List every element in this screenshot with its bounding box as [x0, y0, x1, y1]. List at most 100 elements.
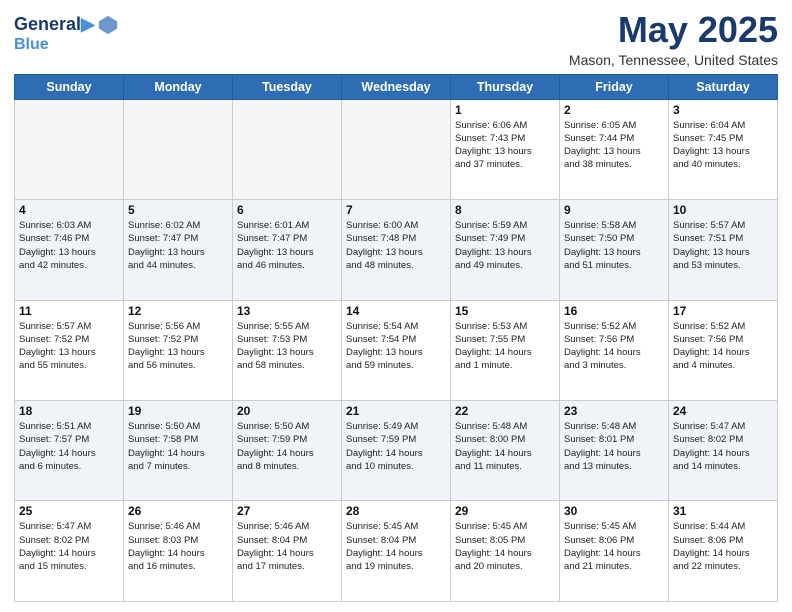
day-info: Sunrise: 6:06 AM Sunset: 7:43 PM Dayligh… — [455, 119, 555, 172]
day-number: 14 — [346, 304, 446, 318]
calendar-cell — [342, 99, 451, 199]
calendar-week-row: 4 Sunrise: 6:03 AM Sunset: 7:46 PM Daylig… — [15, 200, 778, 300]
calendar-header-row: SundayMondayTuesdayWednesdayThursdayFrid… — [15, 74, 778, 99]
calendar-cell: 16 Sunrise: 5:52 AM Sunset: 7:56 PM Dayli… — [560, 300, 669, 400]
day-info: Sunrise: 5:49 AM Sunset: 7:59 PM Dayligh… — [346, 420, 446, 473]
calendar-cell: 5 Sunrise: 6:02 AM Sunset: 7:47 PM Daylig… — [124, 200, 233, 300]
day-number: 30 — [564, 504, 664, 518]
calendar-cell: 9 Sunrise: 5:58 AM Sunset: 7:50 PM Daylig… — [560, 200, 669, 300]
calendar-week-row: 11 Sunrise: 5:57 AM Sunset: 7:52 PM Dayli… — [15, 300, 778, 400]
day-info: Sunrise: 5:55 AM Sunset: 7:53 PM Dayligh… — [237, 320, 337, 373]
day-number: 27 — [237, 504, 337, 518]
page: General▶ Blue May 2025 Mason, Tennessee,… — [0, 0, 792, 612]
day-info: Sunrise: 5:48 AM Sunset: 8:01 PM Dayligh… — [564, 420, 664, 473]
calendar-cell: 26Sunrise: 5:46 AM Sunset: 8:03 PM Dayli… — [124, 501, 233, 602]
calendar-cell: 21 Sunrise: 5:49 AM Sunset: 7:59 PM Dayli… — [342, 401, 451, 501]
location: Mason, Tennessee, United States — [569, 52, 778, 68]
day-info: Sunrise: 5:57 AM Sunset: 7:52 PM Dayligh… — [19, 320, 119, 373]
calendar-cell: 2 Sunrise: 6:05 AM Sunset: 7:44 PM Daylig… — [560, 99, 669, 199]
calendar-cell: 28Sunrise: 5:45 AM Sunset: 8:04 PM Dayli… — [342, 501, 451, 602]
day-info: Sunrise: 6:02 AM Sunset: 7:47 PM Dayligh… — [128, 219, 228, 272]
day-info: Sunrise: 6:01 AM Sunset: 7:47 PM Dayligh… — [237, 219, 337, 272]
day-info: Sunrise: 5:56 AM Sunset: 7:52 PM Dayligh… — [128, 320, 228, 373]
day-number: 4 — [19, 203, 119, 217]
calendar-cell: 17 Sunrise: 5:52 AM Sunset: 7:56 PM Dayli… — [669, 300, 778, 400]
title-area: May 2025 Mason, Tennessee, United States — [569, 10, 778, 68]
day-info: Sunrise: 6:00 AM Sunset: 7:48 PM Dayligh… — [346, 219, 446, 272]
calendar-cell: 11 Sunrise: 5:57 AM Sunset: 7:52 PM Dayli… — [15, 300, 124, 400]
calendar-table: SundayMondayTuesdayWednesdayThursdayFrid… — [14, 74, 778, 602]
day-info: Sunrise: 5:52 AM Sunset: 7:56 PM Dayligh… — [564, 320, 664, 373]
calendar-cell — [233, 99, 342, 199]
calendar-cell: 6Sunrise: 6:01 AM Sunset: 7:47 PM Daylig… — [233, 200, 342, 300]
calendar-week-row: 25 Sunrise: 5:47 AM Sunset: 8:02 PM Dayli… — [15, 501, 778, 602]
day-info: Sunrise: 5:48 AM Sunset: 8:00 PM Dayligh… — [455, 420, 555, 473]
day-number: 12 — [128, 304, 228, 318]
day-info: Sunrise: 5:45 AM Sunset: 8:05 PM Dayligh… — [455, 520, 555, 573]
calendar-cell: 10Sunrise: 5:57 AM Sunset: 7:51 PM Dayli… — [669, 200, 778, 300]
calendar-cell: 29 Sunrise: 5:45 AM Sunset: 8:05 PM Dayli… — [451, 501, 560, 602]
header: General▶ Blue May 2025 Mason, Tennessee,… — [14, 10, 778, 68]
day-info: Sunrise: 5:52 AM Sunset: 7:56 PM Dayligh… — [673, 320, 773, 373]
day-info: Sunrise: 5:58 AM Sunset: 7:50 PM Dayligh… — [564, 219, 664, 272]
calendar-cell: 30Sunrise: 5:45 AM Sunset: 8:06 PM Dayli… — [560, 501, 669, 602]
day-info: Sunrise: 6:04 AM Sunset: 7:45 PM Dayligh… — [673, 119, 773, 172]
calendar-cell: 15 Sunrise: 5:53 AM Sunset: 7:55 PM Dayli… — [451, 300, 560, 400]
day-number: 13 — [237, 304, 337, 318]
calendar-cell: 31 Sunrise: 5:44 AM Sunset: 8:06 PM Dayli… — [669, 501, 778, 602]
month-title: May 2025 — [569, 10, 778, 50]
day-info: Sunrise: 5:53 AM Sunset: 7:55 PM Dayligh… — [455, 320, 555, 373]
calendar-cell: 20Sunrise: 5:50 AM Sunset: 7:59 PM Dayli… — [233, 401, 342, 501]
day-number: 3 — [673, 103, 773, 117]
day-number: 31 — [673, 504, 773, 518]
day-header-tuesday: Tuesday — [233, 74, 342, 99]
calendar-cell: 13 Sunrise: 5:55 AM Sunset: 7:53 PM Dayli… — [233, 300, 342, 400]
day-info: Sunrise: 5:47 AM Sunset: 8:02 PM Dayligh… — [673, 420, 773, 473]
day-number: 26 — [128, 504, 228, 518]
calendar-cell: 14Sunrise: 5:54 AM Sunset: 7:54 PM Dayli… — [342, 300, 451, 400]
day-info: Sunrise: 6:05 AM Sunset: 7:44 PM Dayligh… — [564, 119, 664, 172]
calendar-cell: 22 Sunrise: 5:48 AM Sunset: 8:00 PM Dayli… — [451, 401, 560, 501]
day-header-sunday: Sunday — [15, 74, 124, 99]
calendar-cell: 24 Sunrise: 5:47 AM Sunset: 8:02 PM Dayli… — [669, 401, 778, 501]
calendar-cell: 12 Sunrise: 5:56 AM Sunset: 7:52 PM Dayli… — [124, 300, 233, 400]
day-header-friday: Friday — [560, 74, 669, 99]
logo: General▶ Blue — [14, 14, 119, 54]
day-number: 2 — [564, 103, 664, 117]
day-number: 16 — [564, 304, 664, 318]
day-info: Sunrise: 5:50 AM Sunset: 7:58 PM Dayligh… — [128, 420, 228, 473]
day-number: 5 — [128, 203, 228, 217]
day-number: 25 — [19, 504, 119, 518]
day-info: Sunrise: 5:47 AM Sunset: 8:02 PM Dayligh… — [19, 520, 119, 573]
calendar-cell — [15, 99, 124, 199]
calendar-cell: 19Sunrise: 5:50 AM Sunset: 7:58 PM Dayli… — [124, 401, 233, 501]
day-number: 21 — [346, 404, 446, 418]
calendar-cell: 1Sunrise: 6:06 AM Sunset: 7:43 PM Daylig… — [451, 99, 560, 199]
day-number: 15 — [455, 304, 555, 318]
day-number: 11 — [19, 304, 119, 318]
calendar-cell: 8Sunrise: 5:59 AM Sunset: 7:49 PM Daylig… — [451, 200, 560, 300]
day-header-wednesday: Wednesday — [342, 74, 451, 99]
day-number: 24 — [673, 404, 773, 418]
day-header-monday: Monday — [124, 74, 233, 99]
day-info: Sunrise: 6:03 AM Sunset: 7:46 PM Dayligh… — [19, 219, 119, 272]
calendar-cell: 7Sunrise: 6:00 AM Sunset: 7:48 PM Daylig… — [342, 200, 451, 300]
day-info: Sunrise: 5:59 AM Sunset: 7:49 PM Dayligh… — [455, 219, 555, 272]
logo-text2: Blue — [14, 36, 119, 54]
day-number: 20 — [237, 404, 337, 418]
day-info: Sunrise: 5:45 AM Sunset: 8:04 PM Dayligh… — [346, 520, 446, 573]
calendar-cell: 3 Sunrise: 6:04 AM Sunset: 7:45 PM Daylig… — [669, 99, 778, 199]
day-info: Sunrise: 5:44 AM Sunset: 8:06 PM Dayligh… — [673, 520, 773, 573]
day-number: 10 — [673, 203, 773, 217]
day-number: 22 — [455, 404, 555, 418]
calendar-cell: 23 Sunrise: 5:48 AM Sunset: 8:01 PM Dayli… — [560, 401, 669, 501]
calendar-cell: 27Sunrise: 5:46 AM Sunset: 8:04 PM Dayli… — [233, 501, 342, 602]
day-number: 17 — [673, 304, 773, 318]
day-number: 9 — [564, 203, 664, 217]
calendar-cell: 25 Sunrise: 5:47 AM Sunset: 8:02 PM Dayli… — [15, 501, 124, 602]
day-number: 23 — [564, 404, 664, 418]
calendar-week-row: 1Sunrise: 6:06 AM Sunset: 7:43 PM Daylig… — [15, 99, 778, 199]
day-number: 29 — [455, 504, 555, 518]
day-number: 18 — [19, 404, 119, 418]
logo-text: General▶ — [14, 15, 95, 35]
